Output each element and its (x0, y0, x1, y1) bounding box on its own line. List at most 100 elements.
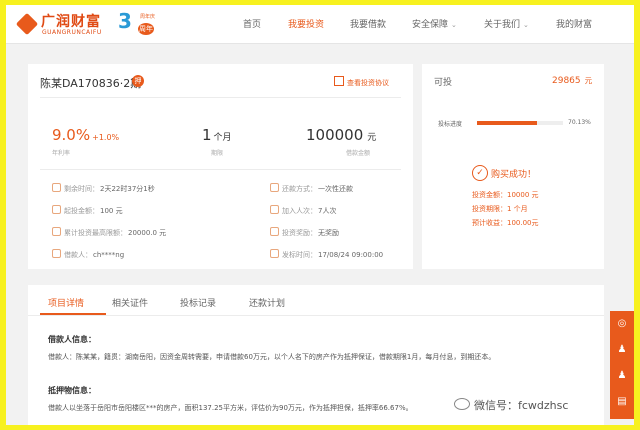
row-label: 投资期限： (472, 205, 507, 213)
logo-text: 广润财富 (41, 14, 101, 30)
loan-card: 陈某DA170836·2期 押 查看投资协议 9.0% +1.0% 年利率 1 个月… (28, 64, 413, 269)
info-value: 无奖励 (318, 229, 339, 237)
loan-period-value: 1 (202, 126, 212, 144)
divider (40, 97, 401, 98)
info-label: 起投金额： (64, 207, 99, 215)
person-icon (52, 249, 61, 258)
info-value: 一次性还款 (318, 185, 353, 193)
nav-security-label: 安全保障 (412, 20, 449, 30)
tab-divider (28, 315, 604, 316)
annual-rate: 9.0% +1.0% (52, 126, 119, 144)
logo-mark-icon (15, 12, 39, 36)
info-value: ch****ng (93, 251, 125, 259)
info-value: 17/08/24 09:00:00 (318, 251, 384, 259)
loan-amount-unit: 元 (367, 133, 377, 143)
view-protocol-link[interactable]: 查看投资协议 (334, 76, 389, 88)
available-label: 可投 (434, 78, 453, 88)
bell-icon[interactable]: ♟ (615, 343, 629, 357)
divider (40, 169, 401, 170)
nav-my-wealth[interactable]: 我的财富 (556, 17, 592, 30)
nav-about-label: 关于我们 (484, 20, 521, 30)
borrower-info-body: 借款人：陈某某，籍贯：湖南岳阳，因资金周转需要，申请借款60万元，以个人名下的房… (48, 353, 496, 361)
progress-percent: 70.13% (568, 119, 591, 126)
limit-icon (52, 227, 61, 236)
tab-project-details[interactable]: 项目详情 (48, 296, 84, 309)
rate-bonus: +1.0% (92, 133, 120, 142)
wechat-icon (454, 398, 470, 410)
coin-icon (52, 205, 61, 214)
nav-security[interactable]: 安全保障 ⌄ (412, 17, 457, 30)
info-value: 20000.0 元 (128, 229, 167, 237)
row-value: 100.00元 (507, 219, 539, 227)
borrower-info-title: 借款人信息： (48, 335, 96, 344)
chat-icon[interactable]: ▤ (615, 395, 629, 409)
loan-period: 1 个月 (202, 126, 232, 144)
nav-invest[interactable]: 我要投资 (288, 17, 324, 30)
progress-label: 投标进度 (438, 121, 463, 128)
clock-icon (52, 183, 61, 192)
loan-title: 陈某DA170836·2期 (40, 77, 142, 90)
loan-period-unit: 个月 (213, 133, 232, 143)
info-label: 借款人： (64, 251, 92, 259)
service-icon[interactable]: ♟ (615, 369, 629, 383)
chevron-down-icon: ⌄ (451, 21, 457, 29)
info-max-limit: 累计投资最高限额：20000.0 元 (52, 227, 166, 238)
info-reward: 投资奖励：无奖励 (270, 227, 339, 238)
check-circle-icon: ✓ (472, 165, 488, 181)
available-unit: 元 (584, 76, 593, 85)
info-participants: 加入人次：7人次 (270, 205, 336, 216)
top-navbar: 广润财富 GUANGRUNCAIFU 3 周年庆 周年 首页 我要投资 我要借款… (6, 5, 634, 44)
info-label: 发标时间： (282, 251, 317, 259)
info-value: 7人次 (318, 207, 337, 215)
tab-bid-records[interactable]: 投标记录 (180, 296, 216, 309)
progress-fill (477, 121, 538, 125)
view-protocol-label: 查看投资协议 (347, 79, 389, 87)
invest-period-row: 投资期限：1 个月 (472, 204, 528, 214)
invest-card: 可投 29865 元 投标进度 70.13% ✓ 购买成功！ 投资金额：10000… (422, 64, 604, 269)
purchase-success-text: 购买成功！ (491, 170, 537, 180)
logo-subtext: GUANGRUNCAIFU (42, 29, 102, 36)
repay-icon (270, 183, 279, 192)
brand-logo[interactable]: 广润财富 GUANGRUNCAIFU (15, 11, 104, 39)
available-amount: 29865 元 (552, 75, 592, 86)
expected-return-row: 预计收益：100.00元 (472, 218, 539, 228)
weibo-icon[interactable]: ◎ (615, 317, 629, 331)
anniversary-caption: 周年庆 (140, 14, 156, 20)
progress-bar (477, 121, 563, 125)
row-value: 10000 元 (507, 191, 539, 199)
watermark-text: 微信号：fcwdzhsc (474, 399, 569, 412)
collateral-info-title: 抵押物信息： (48, 386, 96, 395)
document-icon (334, 76, 344, 86)
info-repay-method: 还款方式：一次性还款 (270, 183, 353, 194)
anniversary-label: 周年 (138, 23, 154, 35)
tab-repayment-plan[interactable]: 还款计划 (249, 296, 285, 309)
floating-sidebar: ◎ ♟ ♟ ▤ (610, 311, 634, 419)
loan-amount-label: 借款金额 (346, 150, 371, 157)
nav-about[interactable]: 关于我们 ⌄ (484, 17, 529, 30)
nav-borrow[interactable]: 我要借款 (350, 17, 386, 30)
info-borrower: 借款人：ch****ng (52, 249, 124, 260)
gift-icon (270, 227, 279, 236)
info-label: 剩余时间： (64, 185, 99, 193)
available-value: 29865 (552, 76, 581, 86)
nav-home[interactable]: 首页 (243, 17, 261, 30)
info-label: 累计投资最高限额： (64, 229, 127, 237)
wechat-watermark: 微信号：fcwdzhsc (454, 397, 568, 413)
tab-documents[interactable]: 相关证件 (112, 296, 148, 309)
loan-amount-value: 100000 (306, 126, 364, 144)
annual-rate-label: 年利率 (52, 150, 71, 157)
mortgage-badge: 押 (132, 75, 144, 87)
info-min-invest: 起投金额：100 元 (52, 205, 123, 216)
collateral-info-body: 借款人以坐落于岳阳市岳阳楼区***的房产，面积137.25平方米，评估价为90万… (48, 404, 413, 412)
calendar-icon (270, 249, 279, 258)
info-value: 2天22时37分1秒 (100, 185, 155, 193)
anniversary-badge: 3 周年庆 周年 (118, 9, 166, 39)
info-publish-time: 发标时间：17/08/24 09:00:00 (270, 249, 383, 260)
loan-amount: 100000 元 (306, 126, 376, 144)
loan-period-label: 期限 (211, 150, 224, 157)
info-value: 100 元 (100, 207, 123, 215)
user-icon (270, 205, 279, 214)
invest-amount-row: 投资金额：10000 元 (472, 190, 539, 200)
row-value: 1 个月 (507, 205, 528, 213)
info-label: 投资奖励： (282, 229, 317, 237)
